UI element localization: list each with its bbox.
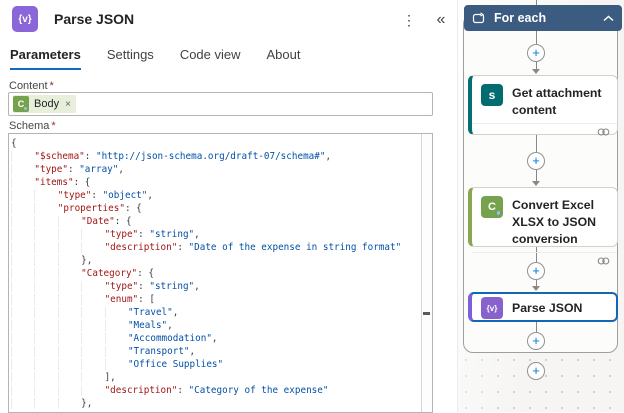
sharepoint-connector-icon: s [481,84,503,106]
parse-json-node-icon: {v} [481,297,503,319]
panel-tabs: Parameters Settings Code view About [10,47,301,70]
node-label: Get attachment content [512,86,602,117]
node-parse-json[interactable]: {v} Parse JSON [468,292,618,322]
insert-action-icon[interactable]: + [527,362,545,380]
required-asterisk: * [49,80,54,92]
page-title: Parse JSON [54,11,135,27]
for-each-label: For each [494,11,547,25]
arrow-down-icon [532,286,540,291]
body-token-chip[interactable]: C Body × [13,95,76,113]
card-footer [472,252,617,267]
schema-code[interactable]: { "$schema": "http://json-schema.org/dra… [11,137,420,412]
content-input[interactable]: C Body × [8,92,433,116]
flow-canvas[interactable]: For each + s Get attachment content + C … [457,0,624,412]
card-footer [472,123,617,138]
chevron-up-icon[interactable] [603,14,614,22]
required-asterisk: * [51,120,56,132]
connection-link-icon [597,128,610,136]
connector-line [535,31,537,44]
insert-action-icon[interactable]: + [527,262,545,280]
tab-about[interactable]: About [267,47,301,70]
schema-editor[interactable]: { "$schema": "http://json-schema.org/dra… [8,133,433,413]
parse-json-panel: {v} Parse JSON ⋮ « Parameters Settings C… [0,0,457,413]
collapse-panel-icon[interactable]: « [430,9,452,31]
connector-line [535,322,537,332]
node-get-attachment-content[interactable]: s Get attachment content [468,75,618,138]
insert-action-icon[interactable]: + [527,44,545,62]
excel-connector-icon: C [13,96,29,112]
token-label: Body [34,98,60,110]
converter-connector-icon: C [481,196,503,218]
node-label: Parse JSON [512,301,583,315]
arrow-down-icon [532,181,540,186]
parse-json-icon: {v} [12,6,38,32]
panel-header: {v} Parse JSON [12,6,134,32]
remove-token-icon[interactable]: × [62,99,74,110]
node-label: Convert Excel XLSX to JSON conversion [512,198,597,246]
editor-scrollbar[interactable] [421,134,432,412]
arrow-down-icon [532,69,540,74]
connector-line [535,170,537,181]
schema-label: Schema * [9,120,56,132]
tab-parameters[interactable]: Parameters [10,47,81,70]
scrollbar-cursor-mark [423,312,430,315]
connection-link-icon [597,257,610,265]
insert-action-icon[interactable]: + [527,152,545,170]
tab-code-view[interactable]: Code view [180,47,241,70]
tab-settings[interactable]: Settings [107,47,154,70]
content-label: Content * [9,80,54,92]
insert-action-icon[interactable]: + [527,332,545,350]
more-options-icon[interactable]: ⋮ [398,9,420,31]
node-convert-excel-xlsx[interactable]: C Convert Excel XLSX to JSON conversion [468,187,618,265]
for-each-scope-header[interactable]: For each [464,5,622,31]
for-each-loop-icon [472,12,485,23]
